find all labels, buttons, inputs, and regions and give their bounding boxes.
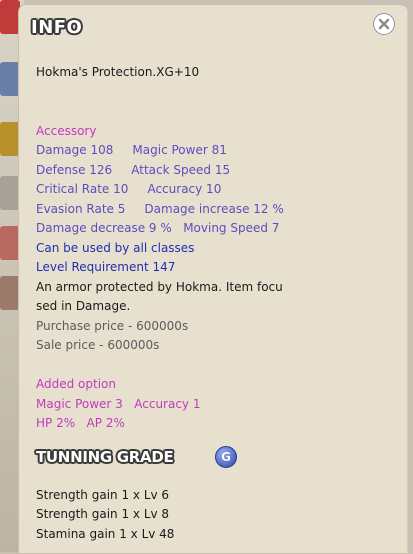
close-button[interactable]	[373, 13, 395, 35]
stat-line: Defense 126 Attack Speed 15	[36, 162, 231, 177]
tunning-gain-line: Strength gain 1 x Lv 8	[36, 507, 170, 521]
item-name: Hokma's Protection.XG+10	[36, 65, 200, 79]
class-restriction: Can be used by all classes	[36, 240, 195, 255]
added-option-header: Added option	[36, 377, 116, 391]
game-icon	[0, 276, 20, 310]
added-option-line: Magic Power 3 Accuracy 1	[36, 396, 201, 411]
stat-line: Damage decrease 9 % Moving Speed 7	[36, 221, 280, 235]
item-details: Hokma's Protection.XG+10 Accessory Damag…	[36, 63, 396, 544]
sale-price: Sale price - 600000s	[36, 338, 160, 352]
tunning-gain-line: Strength gain 1 x Lv 6	[36, 487, 170, 502]
level-requirement: Level Requirement 147	[36, 260, 176, 274]
game-icon	[0, 226, 20, 260]
stat-line: Damage 108 Magic Power 81	[36, 143, 227, 157]
grade-badge-icon: G	[215, 445, 237, 468]
stat-line: Evasion Rate 5 Damage increase 12 %	[36, 201, 284, 216]
purchase-price: Purchase price - 600000s	[36, 318, 189, 333]
game-icon	[0, 122, 20, 156]
added-option-line: HP 2% AP 2%	[36, 416, 125, 430]
close-icon	[378, 18, 390, 30]
item-description: sed in Damage.	[36, 299, 131, 313]
game-icon	[0, 62, 20, 96]
tunning-gain-line: Stamina gain 1 x Lv 48	[36, 526, 175, 541]
stat-line: Critical Rate 10 Accuracy 10	[36, 182, 222, 196]
item-info-panel: INFO Hokma's Protection.XG+10 Accessory …	[18, 4, 409, 554]
game-icon	[0, 0, 20, 34]
tunning-grade-title: TUNNING GRADE	[36, 447, 174, 466]
tunning-grade-row: TUNNING GRADE G	[36, 442, 396, 476]
panel-title: INFO	[31, 17, 83, 38]
item-description: An armor protected by Hokma. Item focu	[36, 279, 283, 294]
game-icon	[0, 176, 20, 210]
item-category: Accessory	[36, 123, 97, 138]
